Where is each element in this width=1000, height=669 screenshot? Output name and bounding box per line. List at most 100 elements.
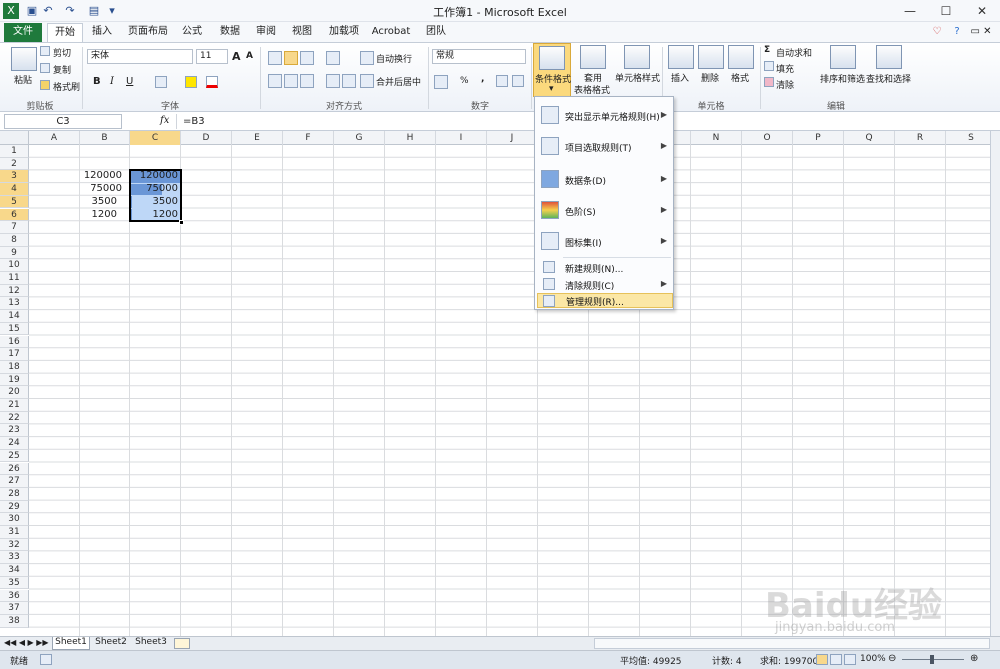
format-painter-button[interactable]: 格式刷 [53, 80, 80, 93]
menu-item-icon-sets[interactable]: 图标集(I) ▶ [537, 227, 673, 255]
fill-handle[interactable] [179, 219, 184, 225]
cell-styles-icon[interactable] [624, 45, 650, 69]
wrap-text-icon[interactable] [360, 51, 374, 65]
menu-item-highlight-rules[interactable]: 突出显示单元格规则(H) ▶ [537, 101, 673, 129]
format-cells-icon[interactable] [728, 45, 754, 69]
number-format-select[interactable]: 常规 [432, 49, 526, 64]
row-header-7[interactable]: 7 [0, 221, 29, 234]
zoom-level[interactable]: 100% [860, 654, 886, 664]
fill-button[interactable]: 填充 [776, 62, 794, 75]
accounting-format-icon[interactable] [434, 75, 448, 89]
decrease-decimal-icon[interactable] [512, 75, 524, 87]
row-header-8[interactable]: 8 [0, 233, 29, 247]
align-middle-icon[interactable] [284, 51, 298, 65]
format-painter-icon[interactable] [40, 80, 50, 90]
find-select-button[interactable]: 查找和选择 [866, 72, 911, 85]
insert-sheet-icon[interactable] [174, 638, 190, 649]
menu-item-top-bottom-rules[interactable]: 项目选取规则(T) ▶ [537, 132, 673, 160]
row-header-29[interactable]: 29 [0, 500, 29, 514]
shrink-font-button[interactable]: A [246, 51, 253, 61]
zoom-slider-thumb[interactable] [930, 655, 934, 664]
row-header-16[interactable]: 16 [0, 335, 29, 349]
macro-record-icon[interactable] [40, 654, 52, 665]
column-header-Q[interactable]: Q [844, 131, 895, 145]
row-header-11[interactable]: 11 [0, 272, 29, 285]
menu-item-color-scales[interactable]: 色阶(S) ▶ [537, 196, 673, 224]
row-header-30[interactable]: 30 [0, 513, 29, 526]
worksheet-grid[interactable]: 120000 75000 3500 1200 120000 75000 3500… [29, 145, 990, 636]
tab-home[interactable]: 开始 [47, 23, 83, 42]
column-header-D[interactable]: D [181, 131, 232, 145]
tab-view[interactable]: 视图 [286, 23, 318, 42]
underline-button[interactable]: U [126, 76, 133, 87]
horizontal-scrollbar[interactable] [594, 638, 990, 649]
fill-icon[interactable] [764, 61, 774, 71]
row-header-26[interactable]: 26 [0, 462, 29, 476]
column-header-H[interactable]: H [385, 131, 436, 145]
name-box[interactable]: C3 [4, 114, 122, 129]
row-header-35[interactable]: 35 [0, 576, 29, 590]
row-header-22[interactable]: 22 [0, 411, 29, 425]
row-header-6[interactable]: 6 [0, 208, 29, 222]
maximize-button[interactable]: ☐ [928, 0, 964, 22]
merge-center-icon[interactable] [360, 74, 374, 88]
row-header-15[interactable]: 15 [0, 322, 29, 336]
cell-B3[interactable]: 120000 [80, 170, 125, 183]
decrease-indent-icon[interactable] [326, 74, 340, 88]
tab-data[interactable]: 数据 [214, 23, 246, 42]
tab-addins[interactable]: 加载项 [324, 23, 364, 42]
column-header-F[interactable]: F [283, 131, 334, 145]
column-header-N[interactable]: N [691, 131, 742, 145]
tab-page-layout[interactable]: 页面布局 [124, 23, 172, 42]
row-header-34[interactable]: 34 [0, 564, 29, 577]
ribbon-window-controls[interactable]: ▭ ✕ [966, 23, 996, 42]
tab-review[interactable]: 审阅 [250, 23, 282, 42]
menu-item-manage-rules[interactable]: 管理规则(R)... [537, 293, 673, 308]
row-header-31[interactable]: 31 [0, 526, 29, 539]
delete-cells-button[interactable]: 删除 [701, 71, 719, 84]
eraser-icon[interactable] [764, 77, 774, 87]
row-header-13[interactable]: 13 [0, 297, 29, 311]
align-right-icon[interactable] [300, 74, 314, 88]
select-all-corner[interactable] [0, 131, 29, 145]
conditional-formatting-button[interactable]: 条件格式 ▾ [533, 43, 571, 97]
merge-center-button[interactable]: 合并后居中 [376, 75, 421, 88]
row-header-28[interactable]: 28 [0, 487, 29, 501]
column-header-A[interactable]: A [29, 131, 80, 145]
bold-button[interactable]: B [93, 76, 101, 87]
copy-icon[interactable] [40, 63, 50, 73]
font-color-icon[interactable] [206, 76, 218, 88]
autosum-button[interactable]: 自动求和 [776, 46, 812, 59]
autosum-icon[interactable]: Σ [764, 45, 770, 55]
page-break-view-icon[interactable] [844, 654, 856, 665]
row-header-25[interactable]: 25 [0, 449, 29, 463]
row-header-32[interactable]: 32 [0, 538, 29, 552]
close-button[interactable]: ✕ [964, 0, 1000, 22]
sheet-tab-1[interactable]: Sheet1 [52, 637, 90, 650]
align-bottom-icon[interactable] [300, 51, 314, 65]
row-header-24[interactable]: 24 [0, 437, 29, 450]
menu-item-data-bars[interactable]: 数据条(D) ▶ [537, 165, 673, 193]
format-as-table-label-2[interactable]: 表格格式 [574, 83, 610, 96]
zoom-out-icon[interactable]: ⊖ [888, 653, 896, 664]
row-header-2[interactable]: 2 [0, 157, 29, 171]
row-header-27[interactable]: 27 [0, 475, 29, 488]
column-header-C[interactable]: C [130, 131, 181, 145]
paste-icon[interactable] [11, 47, 37, 71]
tab-acrobat[interactable]: Acrobat [368, 23, 414, 42]
copy-button[interactable]: 复制 [53, 63, 71, 76]
column-header-B[interactable]: B [80, 131, 130, 145]
row-header-4[interactable]: 4 [0, 183, 29, 196]
italic-button[interactable]: I [110, 76, 114, 87]
column-header-O[interactable]: O [742, 131, 793, 145]
row-header-1[interactable]: 1 [0, 145, 29, 158]
delete-cells-icon[interactable] [698, 45, 724, 69]
wrap-text-button[interactable]: 自动换行 [376, 52, 412, 65]
row-header-33[interactable]: 33 [0, 551, 29, 565]
sheet-tab-3[interactable]: Sheet3 [132, 637, 170, 650]
row-header-17[interactable]: 17 [0, 348, 29, 361]
row-header-21[interactable]: 21 [0, 399, 29, 412]
sort-filter-icon[interactable] [830, 45, 856, 69]
increase-decimal-icon[interactable] [496, 75, 508, 87]
format-cells-button[interactable]: 格式 [731, 71, 749, 84]
